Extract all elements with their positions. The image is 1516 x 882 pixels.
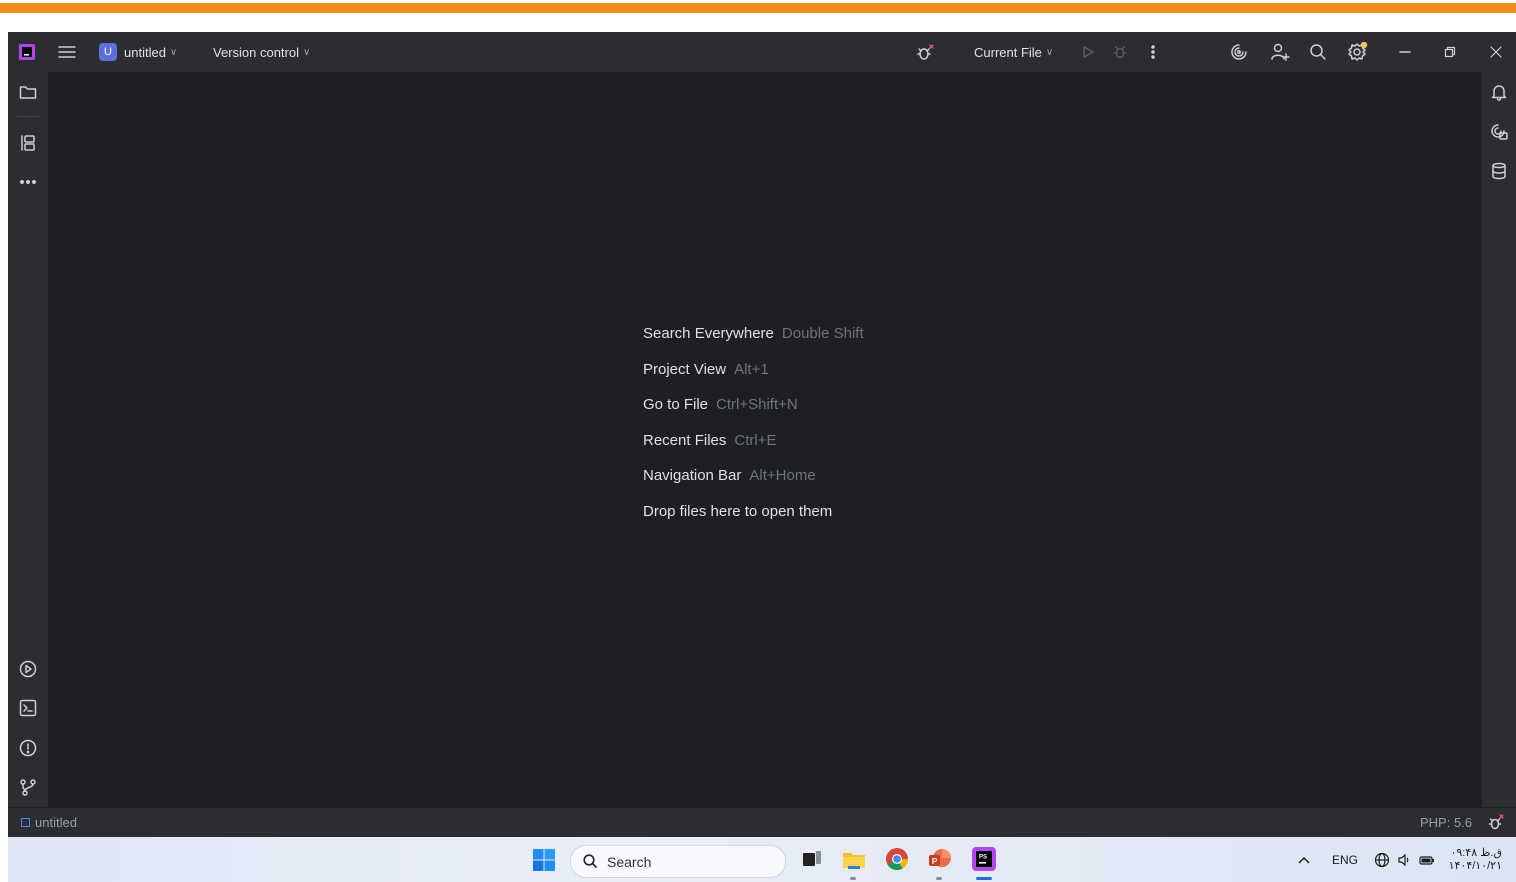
network-globe-icon[interactable] xyxy=(1374,837,1390,882)
welcome-hints: Search Everywhere Double Shift Project Vi… xyxy=(643,316,864,529)
left-tool-strip xyxy=(8,72,49,807)
clock-date: ۱۴۰۴/۱۰/۲۱ xyxy=(1448,859,1502,872)
phpstorm-logo-icon[interactable] xyxy=(19,32,35,72)
powerpoint-icon[interactable]: P xyxy=(927,846,953,872)
version-control-menu[interactable]: Version control ∨ xyxy=(213,32,310,72)
hint-shortcut: Ctrl+Shift+N xyxy=(716,396,798,413)
search-icon xyxy=(583,854,598,869)
task-view-icon[interactable] xyxy=(799,846,825,872)
hint-action: Navigation Bar xyxy=(643,467,742,484)
main-menu-icon[interactable] xyxy=(58,32,76,72)
running-indicator xyxy=(850,877,856,880)
windows-taskbar: Search P PS ENG ۰۹:۴۸ ق.ظ ۱۴۰۴/۱۰/۲۱ xyxy=(8,837,1516,882)
volume-speaker-icon[interactable] xyxy=(1397,837,1411,882)
battery-icon[interactable] xyxy=(1419,837,1435,882)
taskbar-search-placeholder: Search xyxy=(607,853,652,870)
project-folder-icon[interactable] xyxy=(14,78,42,106)
hint-shortcut: Alt+1 xyxy=(734,360,769,378)
close-icon[interactable] xyxy=(1490,32,1502,72)
database-icon[interactable] xyxy=(1485,157,1513,185)
search-everywhere-icon[interactable] xyxy=(1309,32,1327,72)
php-version-widget[interactable]: PHP: 5.6 xyxy=(1420,808,1472,837)
ai-chat-icon[interactable] xyxy=(1485,118,1513,146)
hint-action: Project View xyxy=(643,360,727,378)
right-tool-strip xyxy=(1481,72,1516,807)
language-label: ENG xyxy=(1332,852,1359,867)
git-branch-icon[interactable] xyxy=(14,773,42,801)
chevron-down-icon: ∨ xyxy=(169,46,178,58)
structure-icon[interactable] xyxy=(14,129,42,157)
status-project-name: untitled xyxy=(35,815,77,830)
svg-text:P: P xyxy=(932,857,938,866)
project-badge: U xyxy=(99,43,117,61)
hint-row: Recent Files Ctrl+E xyxy=(643,423,864,459)
top-accent-bar xyxy=(0,3,1516,13)
hint-row: Project View Alt+1 xyxy=(643,352,864,388)
hint-row: Search Everywhere Double Shift xyxy=(643,316,864,352)
debug-bug-icon[interactable] xyxy=(915,32,935,72)
editor-empty-area[interactable]: Search Everywhere Double Shift Project Vi… xyxy=(49,72,1481,807)
settings-gear-icon[interactable] xyxy=(1348,32,1368,72)
hint-shortcut: Ctrl+E xyxy=(734,431,777,449)
running-indicator xyxy=(936,877,942,880)
strip-divider xyxy=(17,116,39,117)
clock-time: ۰۹:۴۸ ق.ظ xyxy=(1450,846,1502,859)
more-tool-windows-icon[interactable] xyxy=(14,168,42,196)
hint-shortcut: Double Shift xyxy=(781,325,864,342)
language-indicator[interactable]: ENG xyxy=(1332,837,1358,882)
code-with-me-icon[interactable] xyxy=(1270,32,1290,72)
restore-icon[interactable] xyxy=(1444,32,1456,72)
chevron-down-icon: ∨ xyxy=(303,46,311,58)
services-run-icon[interactable] xyxy=(14,655,42,683)
svg-text:PS: PS xyxy=(979,855,987,861)
terminal-icon[interactable] xyxy=(14,694,42,722)
php-version-label: PHP: 5.6 xyxy=(1420,815,1473,830)
hint-action: Recent Files xyxy=(643,431,727,449)
status-bar: untitled PHP: 5.6 xyxy=(8,807,1516,838)
debug-status-icon[interactable] xyxy=(1487,813,1505,831)
file-explorer-icon[interactable] xyxy=(841,846,867,872)
debug-icon[interactable] xyxy=(1112,32,1128,72)
phpstorm-taskbar-icon[interactable]: PS xyxy=(971,846,997,872)
more-options-icon[interactable] xyxy=(1150,32,1156,72)
ai-assistant-icon[interactable] xyxy=(1230,32,1248,72)
windows-start-icon[interactable] xyxy=(533,849,555,871)
active-indicator xyxy=(976,877,992,880)
status-project[interactable]: untitled xyxy=(21,808,77,837)
taskbar-search-box[interactable]: Search xyxy=(570,845,786,878)
clock[interactable]: ۰۹:۴۸ ق.ظ ۱۴۰۴/۱۰/۲۱ xyxy=(1446,837,1502,882)
notifications-bell-icon[interactable] xyxy=(1485,78,1513,106)
hint-row: Navigation Bar Alt+Home xyxy=(643,458,864,494)
project-name: untitled xyxy=(124,44,166,60)
ide-window: U untitled ∨ Version control ∨ Current F… xyxy=(8,32,1516,838)
drop-files-text: Drop files here to open them xyxy=(643,502,833,520)
version-control-label: Version control xyxy=(213,44,299,60)
minimize-icon[interactable] xyxy=(1399,32,1411,72)
show-hidden-icons-chevron-icon[interactable] xyxy=(1298,837,1310,882)
module-square-icon xyxy=(21,818,30,827)
problems-icon[interactable] xyxy=(14,734,42,762)
hint-action: Go to File xyxy=(643,396,709,413)
run-configuration-selector[interactable]: Current File ∨ xyxy=(974,32,1053,72)
hint-row: Drop files here to open them xyxy=(643,494,864,530)
chevron-down-icon: ∨ xyxy=(1045,46,1054,58)
run-config-label: Current File xyxy=(974,44,1042,60)
hint-action: Search Everywhere xyxy=(643,325,774,342)
project-selector[interactable]: U untitled ∨ xyxy=(99,32,177,72)
chrome-icon[interactable] xyxy=(884,846,910,872)
title-bar: U untitled ∨ Version control ∨ Current F… xyxy=(8,32,1516,72)
hint-row: Go to File Ctrl+Shift+N xyxy=(643,387,864,423)
run-play-icon[interactable] xyxy=(1081,32,1095,72)
hint-shortcut: Alt+Home xyxy=(749,467,816,484)
